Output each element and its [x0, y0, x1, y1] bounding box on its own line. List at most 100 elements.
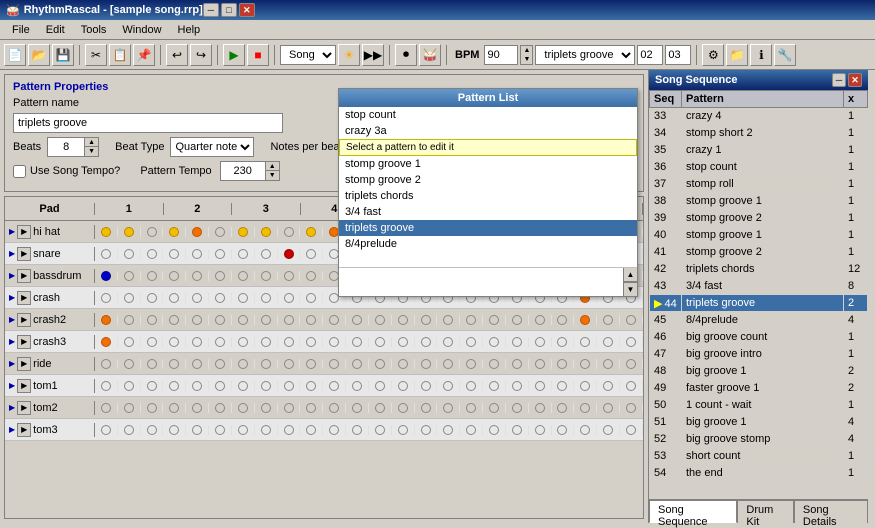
beat-cell[interactable] [437, 403, 460, 413]
beat-cell[interactable] [300, 337, 323, 347]
beat-cell[interactable] [186, 337, 209, 347]
pattern-tempo-down[interactable]: ▼ [265, 171, 279, 180]
beat-cell[interactable] [323, 359, 346, 369]
beat-cell[interactable] [346, 381, 369, 391]
table-row[interactable]: 33crazy 41 [650, 108, 868, 125]
beat-cell[interactable] [278, 381, 301, 391]
beat-cell[interactable] [529, 359, 552, 369]
drum-row-expand-arrow[interactable]: ▶ [9, 315, 15, 324]
toolbar-drum-btn[interactable]: 🥁 [419, 44, 441, 66]
beat-cell[interactable] [460, 337, 483, 347]
toolbar-paste-btn[interactable]: 📌 [133, 44, 155, 66]
pattern-item-crazy-3a[interactable]: crazy 3a [339, 123, 637, 139]
pattern-item-triplets-groove[interactable]: triplets groove [339, 220, 637, 236]
bpm-up[interactable]: ▲ [521, 46, 532, 55]
table-row[interactable]: 458/4prelude4 [650, 312, 868, 329]
beat-cell[interactable] [278, 249, 301, 259]
beat-cell[interactable] [323, 337, 346, 347]
beat-cell[interactable] [323, 403, 346, 413]
beat-cell[interactable] [95, 381, 118, 391]
menu-edit[interactable]: Edit [38, 22, 73, 38]
beat-cell[interactable] [141, 337, 164, 347]
pattern-name-input[interactable] [13, 113, 283, 133]
beat-cell[interactable] [209, 359, 232, 369]
table-row[interactable]: 42triplets chords12 [650, 261, 868, 278]
beat-cell[interactable] [392, 359, 415, 369]
toolbar-copy-btn[interactable]: 📋 [109, 44, 131, 66]
beat-cell[interactable] [255, 227, 278, 237]
beat-cell[interactable] [278, 403, 301, 413]
beat-cell[interactable] [346, 337, 369, 347]
beat-cell[interactable] [369, 403, 392, 413]
table-row[interactable]: 48big groove 12 [650, 363, 868, 380]
bpm-spinner[interactable]: ▲ ▼ [520, 45, 533, 65]
pattern-item-stomp-groove-1[interactable]: stomp groove 1 [339, 156, 637, 172]
beat-cell[interactable] [95, 403, 118, 413]
beat-cell[interactable] [278, 227, 301, 237]
drum-row-expand-arrow[interactable]: ▶ [9, 403, 15, 412]
toolbar-stop-btn[interactable]: ■ [247, 44, 269, 66]
beat-cell[interactable] [186, 425, 209, 435]
beat-cell[interactable] [118, 271, 141, 281]
drum-row-expand-arrow[interactable]: ▶ [9, 381, 15, 390]
beat-cell[interactable] [620, 381, 643, 391]
beat-cell[interactable] [460, 359, 483, 369]
pattern-tempo-spinner[interactable]: ▲ ▼ [220, 161, 280, 181]
drum-row-play-btn[interactable]: ▶ [17, 313, 31, 327]
beat-cell[interactable] [163, 315, 186, 325]
beat-cell[interactable] [346, 315, 369, 325]
table-row[interactable]: 433/4 fast8 [650, 278, 868, 295]
beat-cell[interactable] [141, 381, 164, 391]
drum-row-play-btn[interactable]: ▶ [17, 423, 31, 437]
beat-cell[interactable] [232, 315, 255, 325]
maximize-button[interactable]: □ [221, 3, 237, 17]
beat-cell[interactable] [574, 403, 597, 413]
drum-row-play-btn[interactable]: ▶ [17, 269, 31, 283]
beat-cell[interactable] [574, 381, 597, 391]
beat-cell[interactable] [141, 403, 164, 413]
beat-cell[interactable] [232, 381, 255, 391]
beat-cell[interactable] [392, 381, 415, 391]
beat-cell[interactable] [552, 337, 575, 347]
beat-cell[interactable] [506, 403, 529, 413]
beat-cell[interactable] [506, 381, 529, 391]
beat-cell[interactable] [415, 425, 438, 435]
beat-cell[interactable] [597, 359, 620, 369]
beat-cell[interactable] [346, 359, 369, 369]
beat-cell[interactable] [620, 403, 643, 413]
beat-cell[interactable] [300, 381, 323, 391]
beat-cell[interactable] [141, 249, 164, 259]
beat-cell[interactable] [141, 271, 164, 281]
drum-row-play-btn[interactable]: ▶ [17, 225, 31, 239]
table-row[interactable]: 35crazy 11 [650, 142, 868, 159]
pattern-item-triplets-chords[interactable]: triplets chords [339, 188, 637, 204]
beat-cell[interactable] [118, 403, 141, 413]
beat-cell[interactable] [141, 425, 164, 435]
beat-cell[interactable] [209, 227, 232, 237]
beat-cell[interactable] [209, 315, 232, 325]
beat-cell[interactable] [300, 425, 323, 435]
drum-row-expand-arrow[interactable]: ▶ [9, 337, 15, 346]
beat-cell[interactable] [529, 315, 552, 325]
song-sequence-table[interactable]: Seq Pattern x 33crazy 4134stomp short 21… [649, 90, 868, 499]
beat-cell[interactable] [437, 359, 460, 369]
beat-cell[interactable] [232, 249, 255, 259]
beat-cell[interactable] [300, 227, 323, 237]
pattern-item-stop-count[interactable]: stop count [339, 107, 637, 123]
toolbar-arrow-btn[interactable]: ▶▶ [362, 44, 384, 66]
beat-cell[interactable] [118, 293, 141, 303]
beat-cell[interactable] [141, 315, 164, 325]
table-row[interactable]: 47big groove intro1 [650, 346, 868, 363]
beat-cell[interactable] [369, 315, 392, 325]
beat-cell[interactable] [620, 337, 643, 347]
beat-cell[interactable] [232, 425, 255, 435]
toolbar-info-btn[interactable]: ℹ [750, 44, 772, 66]
beat-cell[interactable] [415, 403, 438, 413]
beat-cell[interactable] [483, 381, 506, 391]
tab-drum-kit[interactable]: Drum Kit [737, 500, 793, 523]
beat-cell[interactable] [620, 315, 643, 325]
beat-cell[interactable] [255, 381, 278, 391]
drum-row-expand-arrow[interactable]: ▶ [9, 359, 15, 368]
beat-cell[interactable] [209, 271, 232, 281]
beat-cell[interactable] [232, 227, 255, 237]
